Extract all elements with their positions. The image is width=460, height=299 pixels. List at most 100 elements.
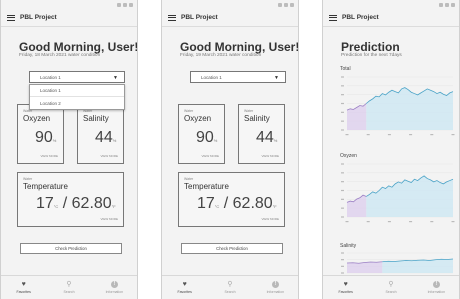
greeting-title: Good Morning, User!: [19, 40, 138, 54]
view-more-link[interactable]: VIEW MORE: [261, 217, 279, 221]
battery-icon: [290, 2, 294, 7]
celsius-unit: °C: [53, 204, 59, 209]
oxygen-title: Oxyzen: [184, 114, 212, 123]
menu-icon[interactable]: [329, 14, 337, 21]
chart-tick: [341, 76, 344, 78]
chart-tick: [341, 111, 344, 113]
location-select[interactable]: Location 1 ▼: [190, 71, 286, 83]
status-bar: [1, 0, 137, 9]
oxygen-value: 90: [196, 129, 214, 146]
nav-information[interactable]: ! Information: [253, 276, 298, 299]
nav-search[interactable]: ⚲ Search: [207, 276, 252, 299]
phone-screen-home: PBL Project Good Morning, User! Friday, …: [161, 0, 299, 299]
salinity-prediction-chart: [341, 252, 454, 274]
app-title: PBL Project: [342, 14, 379, 21]
oxygen-card[interactable]: Water Oxyzen 90% VIEW MORE: [17, 104, 64, 164]
info-icon: !: [110, 281, 118, 288]
celsius-unit: °C: [214, 204, 220, 209]
nav-favorites[interactable]: ♥ Favorites: [1, 276, 46, 299]
menu-icon[interactable]: [7, 14, 15, 21]
chart-tick: [341, 259, 344, 261]
search-icon: ⚲: [66, 281, 72, 288]
app-bar: PBL Project: [162, 9, 298, 27]
signal-icon: [123, 2, 127, 7]
salinity-title: Salinity: [83, 114, 109, 123]
chart-x-tick: [366, 134, 370, 136]
temperature-card[interactable]: Water Temperature 17°C / 62.80°F VIEW MO…: [178, 172, 285, 227]
nav-search[interactable]: ⚲ Search: [46, 276, 91, 299]
chart-x-tick: [387, 134, 391, 136]
search-icon: ⚲: [227, 281, 233, 288]
nav-label: Information: [266, 290, 285, 294]
chart-x-tick: [409, 221, 413, 223]
nav-label: Information: [105, 290, 124, 294]
section-label-salinity: Salinity: [340, 243, 357, 249]
nav-label: Favorites: [16, 290, 31, 294]
nav-label: Favorites: [177, 290, 192, 294]
chart-tick: [341, 85, 344, 87]
chart-tick: [341, 129, 344, 131]
oxygen-value-group: 90%: [196, 129, 217, 147]
chart-tick: [341, 189, 344, 192]
bottom-nav: ♥ Favorites ⚲ Search ! Information: [1, 275, 137, 299]
info-icon: !: [432, 281, 440, 288]
chart-area: [366, 87, 453, 130]
nav-search[interactable]: ⚲ Search: [368, 276, 413, 299]
date-subtitle: Friday, 18 March 2021 water condition: [19, 53, 101, 58]
app-bar: PBL Project: [1, 9, 137, 27]
temperature-card[interactable]: Water Temperature 17°C / 62.80°F VIEW MO…: [17, 172, 124, 227]
oxygen-value: 90: [35, 129, 53, 146]
salinity-value: 44: [256, 129, 274, 146]
nav-information[interactable]: ! Information: [92, 276, 137, 299]
card-tag: Water: [184, 109, 194, 113]
salinity-card[interactable]: Water Salinity 44% VIEW MORE: [77, 104, 124, 164]
dropdown-option[interactable]: Location 1: [30, 85, 124, 97]
oxygen-title: Oxyzen: [23, 114, 51, 123]
temperature-fahrenheit: 62.80: [71, 195, 112, 212]
chart-x-tick: [387, 221, 391, 223]
salinity-unit: %: [112, 138, 117, 143]
nav-favorites[interactable]: ♥ Favorites: [323, 276, 368, 299]
temperature-slash: /: [62, 195, 68, 212]
caret-down-icon: ▼: [113, 75, 118, 81]
fahrenheit-unit: °F: [111, 204, 116, 209]
temperature-title: Temperature: [184, 182, 229, 191]
chart-tick: [341, 216, 344, 218]
dropdown-option[interactable]: Location 2: [30, 97, 124, 109]
oxygen-prediction-chart: [341, 163, 455, 223]
view-more-link[interactable]: VIEW MORE: [100, 154, 118, 158]
chart-tick: [341, 272, 344, 274]
view-more-link[interactable]: VIEW MORE: [40, 154, 58, 158]
nav-favorites[interactable]: ♥ Favorites: [162, 276, 207, 299]
chart-x-tick: [345, 221, 349, 223]
location-select[interactable]: Location 1 ▼: [29, 71, 125, 83]
chart-x-tick: [409, 134, 413, 136]
view-more-link[interactable]: VIEW MORE: [201, 154, 219, 158]
salinity-card[interactable]: Water Salinity 44% VIEW MORE: [238, 104, 285, 164]
search-icon: ⚲: [388, 281, 394, 288]
view-more-link[interactable]: VIEW MORE: [100, 217, 118, 221]
salinity-value-group: 44%: [95, 129, 116, 147]
view-more-link[interactable]: VIEW MORE: [261, 154, 279, 158]
wifi-icon: [117, 2, 121, 7]
prediction-title: Prediction: [341, 40, 400, 54]
chart-x-tick: [345, 134, 349, 136]
status-bar: [323, 0, 459, 9]
phone-screen-prediction: PBL Project Prediction Prediction for th…: [322, 0, 460, 299]
check-prediction-button[interactable]: Check Prediction: [181, 243, 283, 254]
chart-forecast-area: [347, 261, 383, 273]
status-bar: [162, 0, 298, 9]
phone-screen-home-dropdown: PBL Project Good Morning, User! Friday, …: [0, 0, 138, 299]
check-prediction-button[interactable]: Check Prediction: [20, 243, 122, 254]
chart-x-tick: [366, 221, 370, 223]
chart-tick: [341, 265, 344, 267]
app-title: PBL Project: [20, 14, 57, 21]
nav-information[interactable]: ! Information: [414, 276, 459, 299]
section-label-total: Total: [340, 66, 351, 72]
oxygen-card[interactable]: Water Oxyzen 90% VIEW MORE: [178, 104, 225, 164]
chart-x-tick: [451, 221, 455, 223]
chart-forecast-area: [347, 195, 367, 217]
battery-icon: [129, 2, 133, 7]
menu-icon[interactable]: [168, 14, 176, 21]
chart-tick: [341, 163, 344, 165]
